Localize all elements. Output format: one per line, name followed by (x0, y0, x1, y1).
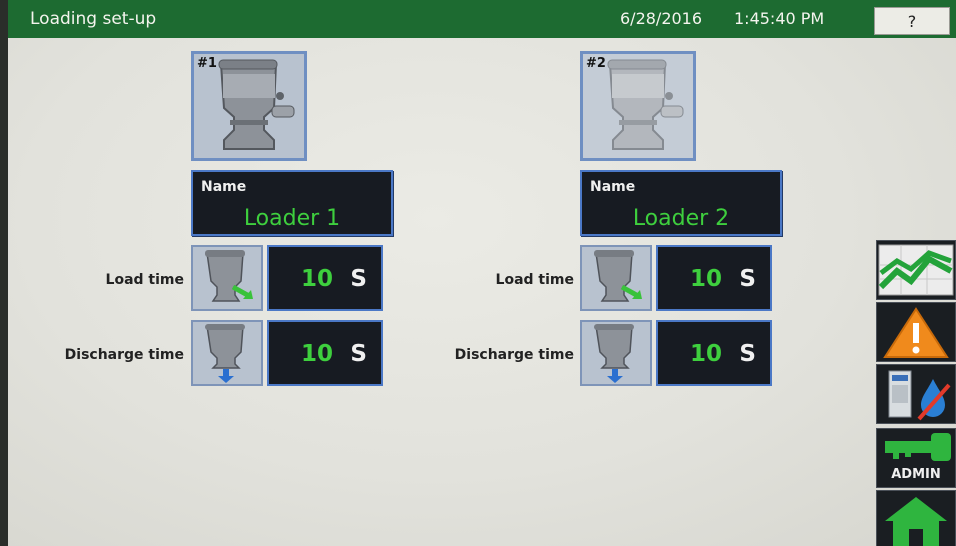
loader-2-name-value: Loader 2 (632, 206, 730, 231)
loader-discharge-icon (594, 324, 634, 383)
loader-1-discharge-time-value: 10 (300, 341, 333, 367)
loader-2-load-time-unit: S (739, 266, 756, 292)
loader-1-discharge-time-field[interactable]: 10 S (267, 320, 383, 386)
loader-1-load-time-label: Load time (105, 272, 184, 288)
loader-2-load-time-value: 10 (689, 266, 722, 292)
loader-1-load-time-unit: S (350, 266, 367, 292)
loader-2-discharge-time-value: 10 (689, 341, 722, 367)
loader-2-name-field[interactable]: Name Loader 2 (580, 170, 782, 236)
hmi-screen: Loading set-up 6/28/2016 1:45:40 PM ? #1… (8, 0, 956, 546)
loader-1-load-time-value: 10 (300, 266, 333, 292)
loader-1-number: #1 (197, 56, 217, 71)
loader-2-discharge-icon-button[interactable] (580, 320, 652, 386)
loader-2-discharge-time-field[interactable]: 10 S (656, 320, 772, 386)
time-display: 1:45:40 PM (734, 9, 825, 28)
trend-chart-icon (878, 244, 954, 296)
loader-2-load-icon-button[interactable] (580, 245, 652, 311)
loader-2-number: #2 (586, 56, 606, 71)
loader-1-load-icon-button[interactable] (191, 245, 263, 311)
loader-2-name-label: Name (590, 179, 636, 195)
admin-button[interactable]: ADMIN (876, 428, 956, 488)
loader-2-load-time-field[interactable]: 10 S (656, 245, 772, 311)
home-icon (885, 497, 947, 546)
loader-1-discharge-time-label: Discharge time (64, 347, 184, 363)
loader-1-load-time-field[interactable]: 10 S (267, 245, 383, 311)
admin-label: ADMIN (891, 467, 941, 482)
date-display: 6/28/2016 (620, 9, 703, 28)
loader-1-name-value: Loader 1 (243, 206, 341, 231)
dryer-status-button[interactable] (876, 364, 956, 424)
loader-2-discharge-time-unit: S (739, 341, 756, 367)
dryer-no-water-icon (888, 370, 951, 421)
title-bar: Loading set-up 6/28/2016 1:45:40 PM ? (8, 0, 956, 38)
alarm-warning-icon (883, 307, 949, 358)
loader-1-name-field[interactable]: Name Loader 1 (191, 170, 393, 236)
loader-2-discharge-time-label: Discharge time (454, 347, 574, 363)
alarm-button[interactable] (876, 302, 956, 362)
loader-1-discharge-time-unit: S (350, 341, 367, 367)
loader-load-icon (594, 250, 642, 302)
help-button[interactable]: ? (874, 7, 950, 35)
trend-button[interactable] (876, 240, 956, 300)
loader-1-image-button[interactable]: #1 (191, 51, 307, 161)
loader-discharge-icon (205, 324, 245, 383)
loader-2-load-time-label: Load time (495, 272, 574, 288)
loader-2-image-button[interactable]: #2 (580, 51, 696, 161)
loader-1-discharge-icon-button[interactable] (191, 320, 263, 386)
home-button[interactable] (876, 490, 956, 546)
loader-1-name-label: Name (201, 179, 247, 195)
page-title: Loading set-up (30, 9, 157, 29)
key-icon (885, 433, 951, 461)
loader-load-icon (205, 250, 253, 302)
